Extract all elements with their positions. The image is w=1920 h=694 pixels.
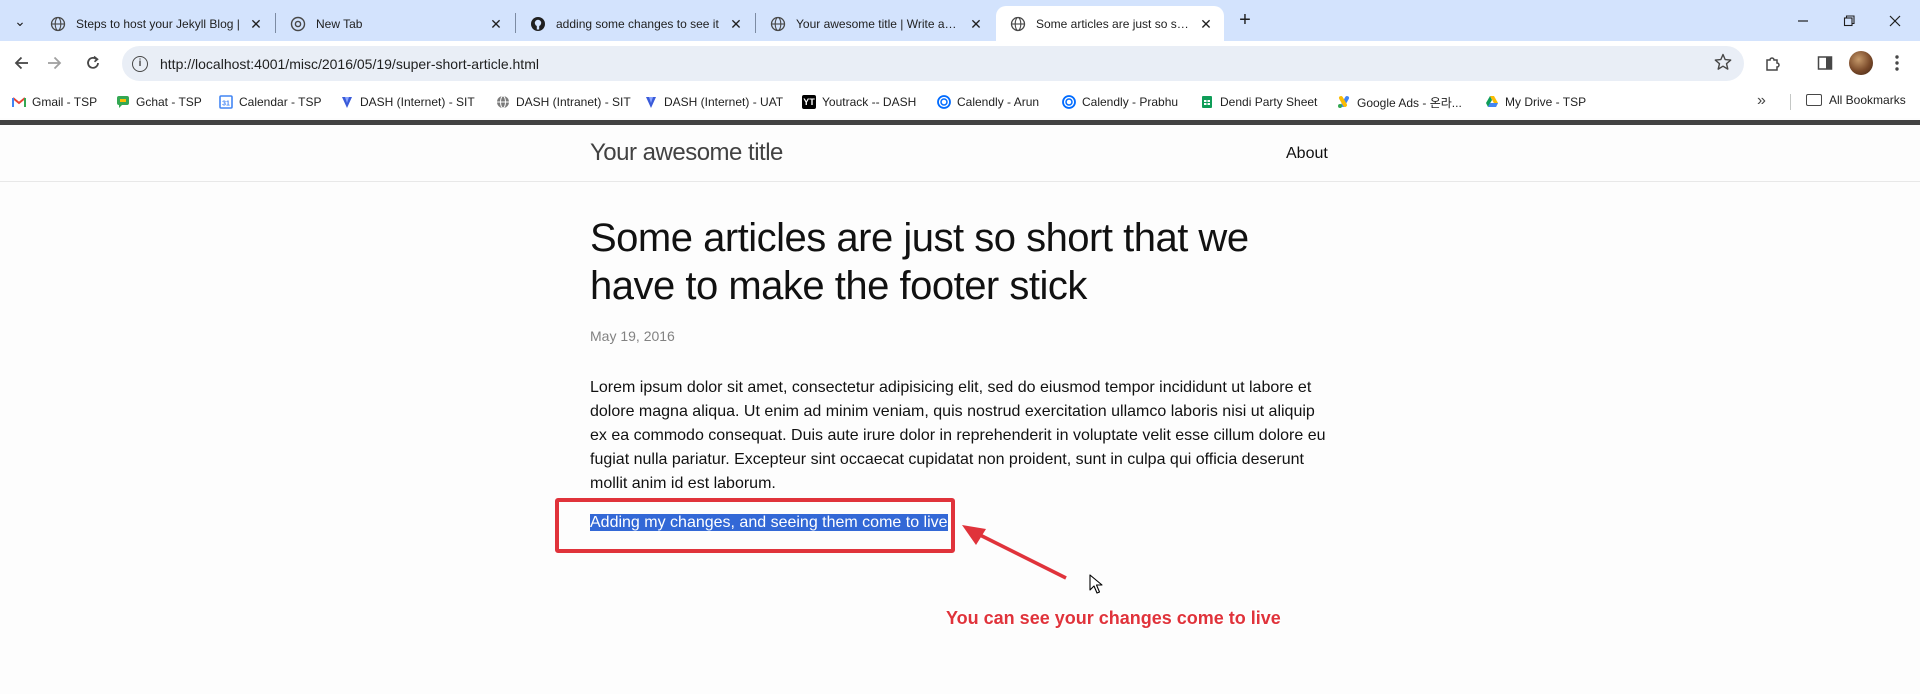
bookmark-label: Gchat - TSP [136,95,202,109]
all-bookmarks-label: All Bookmarks [1829,93,1906,107]
profile-avatar[interactable] [1849,51,1873,75]
bookmark-dash-internet-sit[interactable]: DASH (Internet) - SIT [340,93,475,111]
browser-toolbar: i http://localhost:4001/misc/2016/05/19/… [0,41,1920,86]
address-bar[interactable]: i http://localhost:4001/misc/2016/05/19/… [122,46,1744,81]
back-icon[interactable] [8,49,36,77]
bookmark-label: DASH (Internet) - SIT [360,95,475,109]
tab-title: Your awesome title | Write an a [796,16,960,31]
bookmark-calendly-arun[interactable]: Calendly - Arun [937,93,1039,111]
tab-strip: ⌄ Steps to host your Jekyll Blog | ✕ New… [0,0,1920,41]
post-title: Some articles are just so short that we … [590,216,1249,308]
calendly-icon [937,95,951,109]
close-tab-icon[interactable]: ✕ [248,16,264,32]
side-panel-icon[interactable] [1813,51,1837,75]
restore-icon[interactable] [1826,0,1872,41]
bookmark-label: Calendly - Arun [957,95,1040,109]
tab-title: New Tab [316,16,363,31]
bookmark-label: My Drive - TSP [1505,95,1587,109]
tab-title: Steps to host your Jekyll Blog | [76,16,240,31]
site-info-icon[interactable]: i [132,55,148,72]
url-text[interactable]: http://localhost:4001/misc/2016/05/19/su… [160,56,539,72]
close-window-icon[interactable] [1872,0,1918,41]
tab-5-active[interactable]: Some articles are just so short t ✕ [996,6,1224,41]
web-page: Your awesome title About Some articles a… [0,118,1920,694]
annotation-highlight-box [555,498,955,553]
close-tab-icon[interactable]: ✕ [1198,16,1214,32]
globe-icon [50,16,66,31]
tab-3[interactable]: adding some changes to see it ✕ [516,6,754,41]
tab-search-chevron-icon[interactable]: ⌄ [8,9,32,33]
nav-about-link[interactable]: About [1286,145,1328,163]
bookmark-dendi-party-sheet[interactable]: Dendi Party Sheet [1200,93,1317,111]
more-bookmarks-chevron-icon[interactable]: » [1757,92,1766,110]
globe-icon [770,16,786,31]
youtrack-icon: YT [802,95,816,109]
sheets-icon [1202,96,1212,108]
tab-title: Some articles are just so short t [1036,16,1190,31]
calendar-icon: 31 [219,95,233,109]
bookmark-star-icon[interactable] [1714,53,1732,71]
bookmark-dash-intranet-sit[interactable]: DASH (Intranet) - SIT [496,93,631,111]
bookmark-dash-internet-uat[interactable]: DASH (Internet) - UAT [644,93,783,111]
tab-title: adding some changes to see it [556,16,719,31]
new-tab-button[interactable]: + [1233,9,1257,33]
close-tab-icon[interactable]: ✕ [968,16,984,32]
close-tab-icon[interactable]: ✕ [728,16,744,32]
bookmark-label: DASH (Internet) - UAT [664,95,784,109]
all-bookmarks-folder[interactable]: All Bookmarks [1806,93,1906,107]
github-icon [531,16,545,31]
globe-icon [1010,16,1026,31]
site-title-link[interactable]: Your awesome title [590,139,783,167]
close-tab-icon[interactable]: ✕ [488,16,504,32]
tab-1[interactable]: Steps to host your Jekyll Blog | ✕ [36,6,274,41]
annotation-arrow-icon [962,525,1067,580]
post-body-paragraph: Lorem ipsum dolor sit amet, consectetur … [590,379,1326,492]
bookmark-label: DASH (Intranet) - SIT [516,95,631,109]
folder-icon [1806,94,1822,106]
bookmark-gchat[interactable]: Gchat - TSP [116,93,202,111]
bookmarks-divider [1790,94,1791,110]
bookmark-youtrack[interactable]: YT Youtrack -- DASH [802,93,916,111]
menu-kebab-icon[interactable] [1885,51,1909,75]
bookmark-calendly-prabhu[interactable]: Calendly - Prabhu [1062,93,1178,111]
bookmark-label: Calendly - Prabhu [1082,95,1179,109]
bookmark-label: Gmail - TSP [32,95,98,109]
drive-icon [1486,96,1498,107]
dash-icon [342,97,352,108]
bookmark-label: Google Ads - 온라... [1357,95,1462,110]
svg-text:31: 31 [222,101,230,108]
calendly-icon [1062,95,1076,109]
gchat-icon [117,96,129,108]
bookmark-gmail[interactable]: Gmail - TSP [12,93,97,111]
dash-icon [646,97,656,108]
bookmark-google-ads[interactable]: Google Ads - 온라... [1337,93,1462,111]
tab-4[interactable]: Your awesome title | Write an a ✕ [756,6,994,41]
gmail-icon [12,97,26,107]
chrome-icon [290,16,306,31]
annotation-caption: You can see your changes come to live [946,608,1281,628]
extensions-icon[interactable] [1761,51,1785,75]
globe-icon [497,95,509,109]
reload-icon[interactable] [79,49,107,77]
tab-2[interactable]: New Tab ✕ [276,6,514,41]
bookmark-calendar[interactable]: 31 Calendar - TSP [219,93,321,111]
google-ads-icon [1338,96,1349,108]
post-date: May 19, 2016 [590,328,675,344]
bookmark-label: Youtrack -- DASH [822,95,917,109]
bookmark-label: Dendi Party Sheet [1220,95,1318,109]
bookmark-my-drive[interactable]: My Drive - TSP [1485,93,1586,111]
bookmarks-bar: Gmail - TSP Gchat - TSP 31 Calendar - TS… [0,86,1920,118]
minimize-icon[interactable] [1780,0,1826,41]
mouse-cursor-icon [1089,574,1103,594]
site-header: Your awesome title About [0,125,1920,182]
forward-icon[interactable] [40,49,68,77]
bookmark-label: Calendar - TSP [239,95,322,109]
